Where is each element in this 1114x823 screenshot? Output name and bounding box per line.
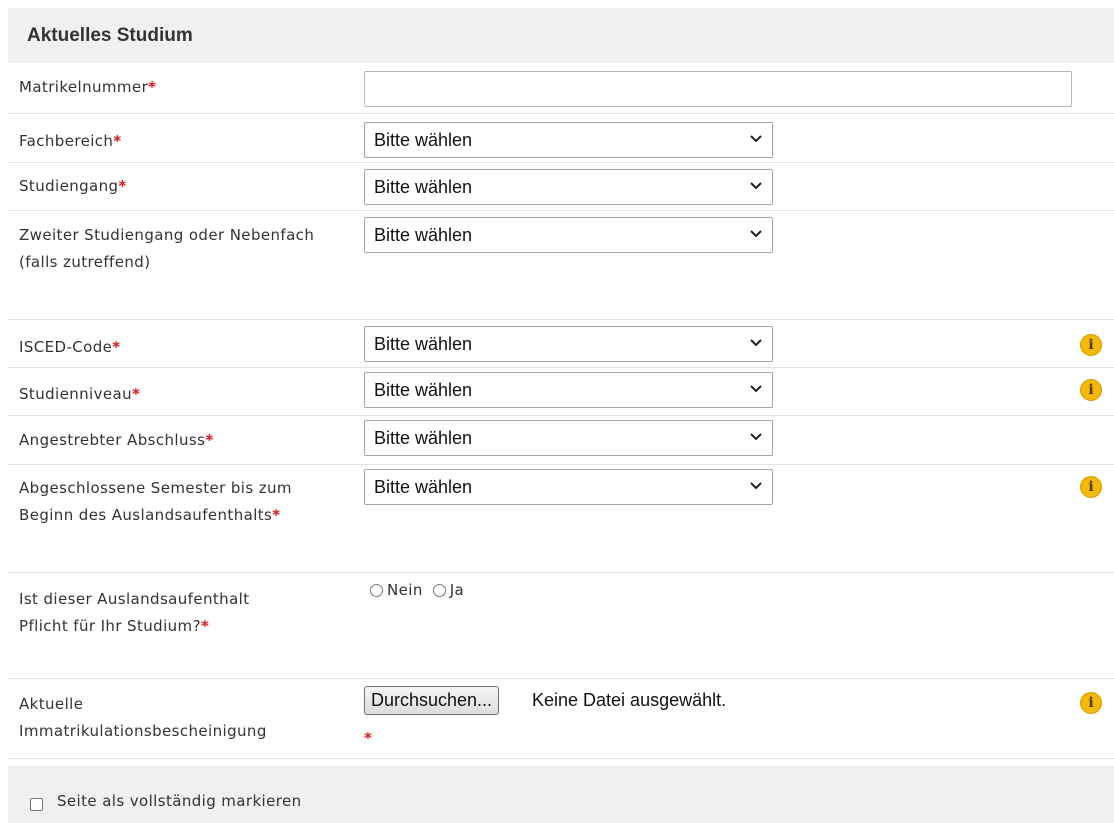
chevron-down-icon (750, 385, 762, 393)
abschluss-select[interactable]: Bitte wählen (364, 420, 773, 456)
row-studiengang: Studiengang* Bitte wählen (8, 163, 1114, 211)
zweiter-studiengang-select[interactable]: Bitte wählen (364, 217, 773, 253)
info-icon[interactable]: i (1080, 692, 1102, 714)
row-zweiter-studiengang: Zweiter Studiengang oder Nebenfach (fall… (8, 211, 1114, 320)
required-marker: * (200, 617, 210, 635)
radio-ja-label[interactable]: Ja (450, 581, 464, 599)
label-studienniveau: Studienniveau* (19, 385, 141, 403)
section-header: Aktuelles Studium (8, 8, 1114, 63)
chevron-down-icon (750, 433, 762, 441)
studiengang-select[interactable]: Bitte wählen (364, 169, 773, 205)
select-value: Bitte wählen (374, 130, 473, 150)
required-marker: * (148, 78, 157, 96)
complete-checkbox-label[interactable]: Seite als vollständig markieren (57, 792, 302, 810)
label-studiengang: Studiengang* (19, 177, 127, 195)
chevron-down-icon (750, 339, 762, 347)
chevron-down-icon (750, 230, 762, 238)
chevron-down-icon (750, 135, 762, 143)
footer-bar: Seite als vollständig markieren (8, 766, 1114, 823)
isced-code-select[interactable]: Bitte wählen (364, 326, 773, 362)
required-marker: * (364, 729, 372, 747)
browse-file-button[interactable]: Durchsuchen... (364, 686, 500, 715)
label-immatrikulation-line1: Aktuelle Immatrikulationsbescheinigung (19, 695, 267, 740)
select-value: Bitte wählen (374, 334, 473, 354)
chevron-down-icon (750, 482, 762, 490)
label-matrikelnummer: Matrikelnummer* (19, 78, 157, 96)
select-value: Bitte wählen (374, 477, 473, 497)
radio-nein[interactable] (370, 583, 383, 597)
label-semester: Abgeschlossene Semester bis zum Beginn d… (19, 479, 292, 524)
select-value: Bitte wählen (374, 428, 473, 448)
semester-select[interactable]: Bitte wählen (364, 469, 773, 505)
info-icon[interactable]: i (1080, 379, 1102, 401)
row-immatrikulation: Aktuelle Immatrikulationsbescheinigung D… (8, 679, 1114, 759)
row-pflicht: Ist dieser Auslandsaufenthalt Pflicht fü… (8, 573, 1114, 679)
matrikelnummer-input[interactable] (364, 71, 1072, 107)
required-marker: * (118, 177, 127, 195)
row-abschluss: Angestrebter Abschluss* Bitte wählen (8, 416, 1114, 465)
info-icon[interactable]: i (1080, 334, 1102, 356)
label-isced-code: ISCED-Code* (19, 338, 121, 356)
select-value: Bitte wählen (374, 225, 473, 245)
complete-checkbox[interactable] (30, 798, 43, 811)
required-marker: * (113, 132, 122, 150)
label-zweiter-studiengang: Zweiter Studiengang oder Nebenfach (fall… (19, 226, 315, 271)
radio-ja[interactable] (432, 583, 446, 597)
required-marker: * (272, 506, 281, 524)
select-value: Bitte wählen (374, 177, 473, 197)
info-icon[interactable]: i (1080, 476, 1102, 498)
label-abschluss: Angestrebter Abschluss* (19, 431, 214, 449)
row-semester: Abgeschlossene Semester bis zum Beginn d… (8, 465, 1114, 573)
row-fachbereich: Fachbereich* Bitte wählen (8, 114, 1114, 163)
select-value: Bitte wählen (374, 380, 473, 400)
radio-nein-label[interactable]: Nein (387, 581, 423, 599)
required-marker: * (132, 385, 141, 403)
row-isced-code: ISCED-Code* Bitte wählen i (8, 320, 1114, 368)
fachbereich-select[interactable]: Bitte wählen (364, 122, 773, 158)
required-marker: * (112, 338, 121, 356)
chevron-down-icon (750, 182, 762, 190)
row-studienniveau: Studienniveau* Bitte wählen i (8, 368, 1114, 416)
section-title: Aktuelles Studium (27, 24, 193, 46)
label-fachbereich: Fachbereich* (19, 132, 122, 150)
label-pflicht: Ist dieser Auslandsaufenthalt Pflicht fü… (19, 590, 250, 635)
file-status-text: Keine Datei ausgewählt. (532, 690, 727, 710)
required-marker: * (205, 431, 214, 449)
label-immatrikulation: Aktuelle Immatrikulationsbescheinigung (19, 691, 379, 745)
studienniveau-select[interactable]: Bitte wählen (364, 372, 773, 408)
row-matrikelnummer: Matrikelnummer* (8, 63, 1114, 114)
pflicht-radio-group: Nein Ja (370, 581, 474, 599)
